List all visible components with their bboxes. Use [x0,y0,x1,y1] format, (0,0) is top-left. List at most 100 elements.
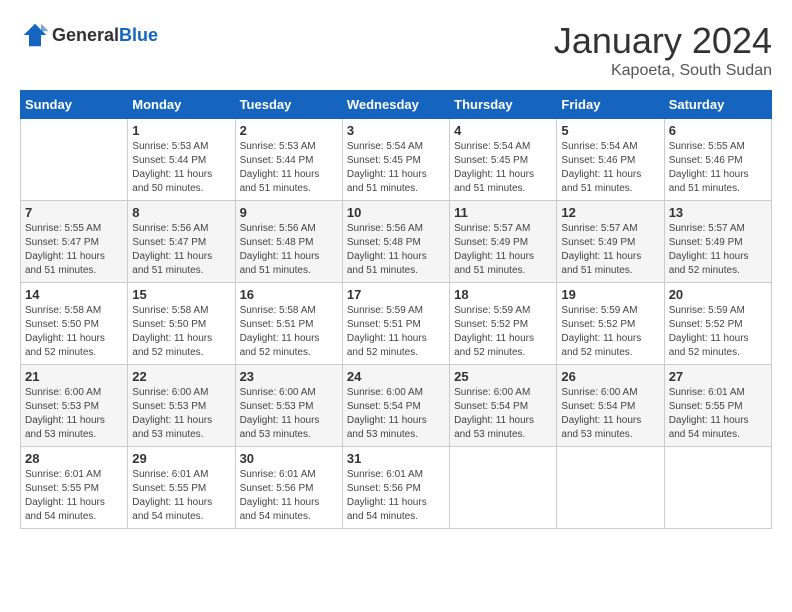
day-info: Sunrise: 5:58 AMSunset: 5:50 PMDaylight:… [132,304,230,360]
day-info: Sunrise: 5:55 AMSunset: 5:47 PMDaylight:… [25,222,123,278]
calendar-week-row: 14 Sunrise: 5:58 AMSunset: 5:50 PMDayligh… [21,283,772,365]
day-number: 8 [132,205,230,220]
calendar-cell: 19Sunrise: 5:59 AMSunset: 5:52 PMDayligh… [557,283,664,365]
weekday-header: Monday [128,91,235,119]
day-number: 27 [669,369,767,384]
calendar-cell: 29 Sunrise: 6:01 AMSunset: 5:55 PMDayligh… [128,447,235,529]
day-info: Sunrise: 6:00 AMSunset: 5:53 PMDaylight:… [25,386,123,442]
day-info: Sunrise: 6:00 AMSunset: 5:54 PMDaylight:… [454,386,552,442]
calendar-cell: 11 Sunrise: 5:57 AMSunset: 5:49 PMDayligh… [450,201,557,283]
calendar-cell: 2 Sunrise: 5:53 AMSunset: 5:44 PMDaylight… [235,119,342,201]
day-info: Sunrise: 5:54 AMSunset: 5:45 PMDaylight:… [347,140,445,196]
day-number: 2 [240,123,338,138]
day-number: 3 [347,123,445,138]
calendar-cell: 14Sunrise: 5:58 AMSunset: 5:50 PMDayligh… [21,283,128,365]
day-info: Sunrise: 5:57 AMSunset: 5:49 PMDaylight:… [669,222,767,278]
calendar-cell: 28Sunrise: 6:01 AMSunset: 5:55 PMDayligh… [21,447,128,529]
day-number: 29 [132,451,230,466]
day-info: Sunrise: 5:56 AMSunset: 5:48 PMDaylight:… [347,222,445,278]
calendar-cell: 15 Sunrise: 5:58 AMSunset: 5:50 PMDayligh… [128,283,235,365]
weekday-header: Tuesday [235,91,342,119]
day-number: 30 [240,451,338,466]
day-number: 10 [347,205,445,220]
calendar-cell: 26 Sunrise: 6:00 AMSunset: 5:54 PMDayligh… [557,365,664,447]
calendar-week-row: 21 Sunrise: 6:00 AMSunset: 5:53 PMDayligh… [21,365,772,447]
calendar-cell [21,119,128,201]
day-number: 25 [454,369,552,384]
weekday-header: Thursday [450,91,557,119]
day-info: Sunrise: 5:57 AMSunset: 5:49 PMDaylight:… [561,222,659,278]
calendar-cell: 22 Sunrise: 6:00 AMSunset: 5:53 PMDayligh… [128,365,235,447]
day-number: 22 [132,369,230,384]
day-number: 21 [25,369,123,384]
day-info: Sunrise: 5:59 AMSunset: 5:52 PMDaylight:… [454,304,552,360]
day-number: 7 [25,205,123,220]
weekday-header: Friday [557,91,664,119]
day-info: Sunrise: 5:59 AMSunset: 5:51 PMDaylight:… [347,304,445,360]
weekday-header: Wednesday [342,91,449,119]
day-number: 4 [454,123,552,138]
day-number: 19 [561,287,659,302]
day-info: Sunrise: 6:00 AMSunset: 5:54 PMDaylight:… [347,386,445,442]
calendar-cell: 1 Sunrise: 5:53 AMSunset: 5:44 PMDaylight… [128,119,235,201]
day-number: 24 [347,369,445,384]
day-info: Sunrise: 6:01 AMSunset: 5:55 PMDaylight:… [132,468,230,524]
calendar-cell: 30 Sunrise: 6:01 AMSunset: 5:56 PMDayligh… [235,447,342,529]
calendar-cell: 31 Sunrise: 6:01 AMSunset: 5:56 PMDayligh… [342,447,449,529]
day-number: 28 [25,451,123,466]
day-info: Sunrise: 5:58 AMSunset: 5:51 PMDaylight:… [240,304,338,360]
day-info: Sunrise: 5:54 AMSunset: 5:46 PMDaylight:… [561,140,659,196]
calendar-cell: 27 Sunrise: 6:01 AMSunset: 5:55 PMDayligh… [664,365,771,447]
day-number: 5 [561,123,659,138]
calendar-cell: 10 Sunrise: 5:56 AMSunset: 5:48 PMDayligh… [342,201,449,283]
day-info: Sunrise: 5:53 AMSunset: 5:44 PMDaylight:… [132,140,230,196]
calendar-cell [557,447,664,529]
calendar-week-row: 7 Sunrise: 5:55 AMSunset: 5:47 PMDaylight… [21,201,772,283]
day-info: Sunrise: 6:01 AMSunset: 5:56 PMDaylight:… [240,468,338,524]
day-info: Sunrise: 5:53 AMSunset: 5:44 PMDaylight:… [240,140,338,196]
day-info: Sunrise: 5:56 AMSunset: 5:48 PMDaylight:… [240,222,338,278]
day-number: 6 [669,123,767,138]
calendar-cell: 4Sunrise: 5:54 AMSunset: 5:45 PMDaylight… [450,119,557,201]
day-number: 20 [669,287,767,302]
day-number: 12 [561,205,659,220]
day-info: Sunrise: 6:01 AMSunset: 5:55 PMDaylight:… [669,386,767,442]
day-number: 14 [25,287,123,302]
calendar-cell: 24 Sunrise: 6:00 AMSunset: 5:54 PMDayligh… [342,365,449,447]
weekday-header: Saturday [664,91,771,119]
calendar-cell: 5 Sunrise: 5:54 AMSunset: 5:46 PMDaylight… [557,119,664,201]
day-number: 11 [454,205,552,220]
day-info: Sunrise: 6:00 AMSunset: 5:53 PMDaylight:… [240,386,338,442]
logo-icon [20,20,50,50]
day-info: Sunrise: 5:59 AMSunset: 5:52 PMDaylight:… [669,304,767,360]
weekday-header: Sunday [21,91,128,119]
logo: GeneralBlue [20,20,158,50]
day-number: 18 [454,287,552,302]
calendar-cell: 20 Sunrise: 5:59 AMSunset: 5:52 PMDayligh… [664,283,771,365]
calendar-table: SundayMondayTuesdayWednesdayThursdayFrid… [20,90,772,529]
day-number: 1 [132,123,230,138]
day-number: 26 [561,369,659,384]
calendar-cell: 16Sunrise: 5:58 AMSunset: 5:51 PMDayligh… [235,283,342,365]
day-info: Sunrise: 5:57 AMSunset: 5:49 PMDaylight:… [454,222,552,278]
day-number: 23 [240,369,338,384]
day-info: Sunrise: 6:00 AMSunset: 5:54 PMDaylight:… [561,386,659,442]
calendar-cell: 18 Sunrise: 5:59 AMSunset: 5:52 PMDayligh… [450,283,557,365]
day-number: 31 [347,451,445,466]
calendar-cell: 12 Sunrise: 5:57 AMSunset: 5:49 PMDayligh… [557,201,664,283]
day-number: 9 [240,205,338,220]
weekday-header-row: SundayMondayTuesdayWednesdayThursdayFrid… [21,91,772,119]
day-info: Sunrise: 6:00 AMSunset: 5:53 PMDaylight:… [132,386,230,442]
day-number: 17 [347,287,445,302]
day-info: Sunrise: 6:01 AMSunset: 5:56 PMDaylight:… [347,468,445,524]
logo-text-general: General [52,25,119,45]
day-info: Sunrise: 5:56 AMSunset: 5:47 PMDaylight:… [132,222,230,278]
calendar-cell: 8 Sunrise: 5:56 AMSunset: 5:47 PMDaylight… [128,201,235,283]
day-number: 13 [669,205,767,220]
day-number: 15 [132,287,230,302]
day-info: Sunrise: 5:55 AMSunset: 5:46 PMDaylight:… [669,140,767,196]
calendar-cell: 13 Sunrise: 5:57 AMSunset: 5:49 PMDayligh… [664,201,771,283]
location-title: Kapoeta, South Sudan [554,62,772,80]
calendar-cell [450,447,557,529]
logo-text-blue: Blue [119,25,158,45]
